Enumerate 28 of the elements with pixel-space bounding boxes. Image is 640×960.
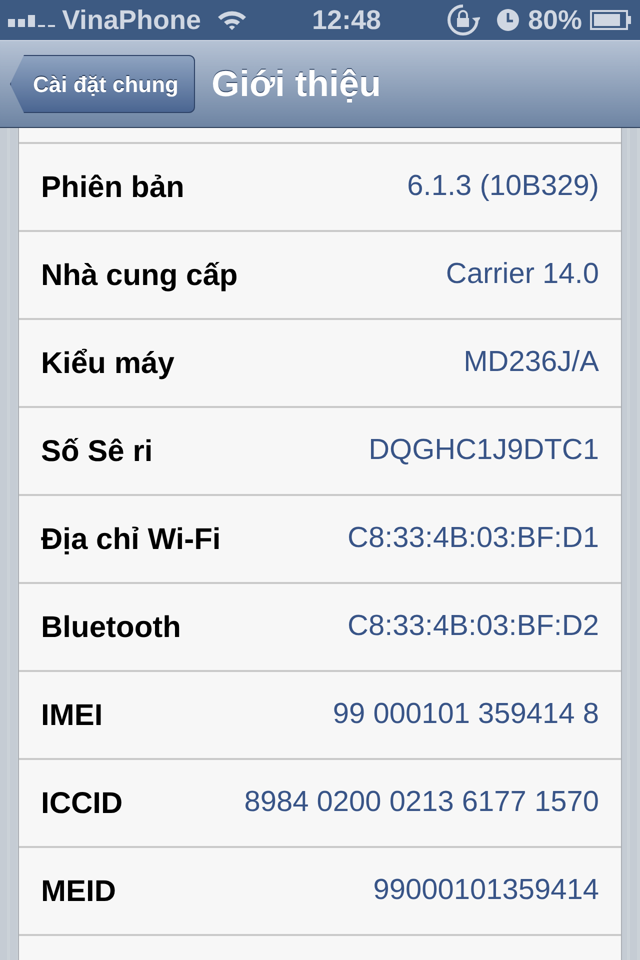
- row-label: Bluetooth: [41, 610, 181, 646]
- carrier-name: VinaPhone: [62, 4, 202, 37]
- row-label: ICCID: [41, 786, 123, 822]
- row-label: Số Sê ri: [41, 434, 153, 470]
- row-label: Kiểu máy: [41, 346, 174, 382]
- rotation-lock-icon: [446, 3, 480, 37]
- battery-icon: [590, 10, 632, 30]
- row-value: DQGHC1J9DTC1: [368, 433, 599, 468]
- alarm-clock-icon: [496, 8, 520, 32]
- row-value: 99000101359414: [373, 873, 599, 908]
- row-value: Carrier 14.0: [446, 257, 599, 292]
- row-value: 99 000101 359414 8: [332, 697, 599, 732]
- row-value: C8:33:4B:03:BF:D2: [348, 609, 599, 644]
- screen-title: Giới thiệu: [211, 62, 382, 106]
- row-label: Nhà cung cấp: [41, 258, 238, 294]
- row-label: IMEI: [41, 698, 103, 734]
- battery-percent: 80%: [528, 4, 582, 37]
- signal-icon: [8, 13, 58, 27]
- clock-time: 12:48: [312, 4, 382, 37]
- row-value: MD236J/A: [464, 345, 599, 380]
- back-button[interactable]: Cài đặt chung: [10, 55, 196, 113]
- row-value: 8984 0200 0213 6177 1570: [244, 785, 599, 820]
- row-value: 6.1.3 (10B329): [407, 169, 599, 204]
- row-label: Phiên bản: [41, 170, 184, 206]
- wifi-icon: [217, 9, 248, 31]
- row-label: MEID: [41, 874, 116, 910]
- row-value: C8:33:4B:03:BF:D1: [348, 521, 599, 556]
- row-label: Địa chỉ Wi-Fi: [41, 522, 221, 558]
